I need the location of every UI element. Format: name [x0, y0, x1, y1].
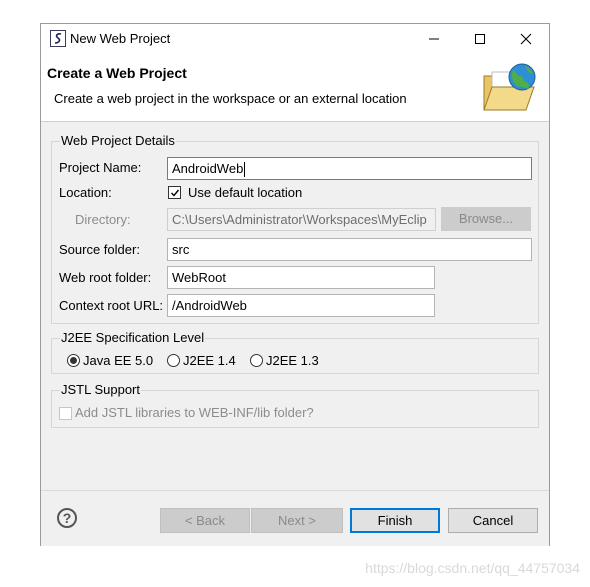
wizard-description: Create a web project in the workspace or…: [54, 91, 407, 106]
source-folder-input[interactable]: src: [167, 238, 532, 261]
web-root-folder-label: Web root folder:: [59, 270, 152, 285]
maximize-button[interactable]: [457, 24, 503, 54]
radio-j2ee-1-3[interactable]: [250, 354, 263, 367]
wizard-title: Create a Web Project: [47, 65, 187, 81]
close-button[interactable]: [503, 24, 549, 54]
minimize-icon: [429, 38, 439, 40]
context-root-url-input[interactable]: /AndroidWeb: [167, 294, 435, 317]
window-title: New Web Project: [70, 31, 171, 46]
next-button[interactable]: Next >: [251, 508, 343, 533]
location-label: Location:: [59, 185, 112, 200]
checkmark-icon: [171, 189, 180, 197]
close-icon: [520, 33, 532, 45]
add-jstl-checkbox[interactable]: [59, 407, 72, 420]
directory-label: Directory:: [75, 212, 131, 227]
radio-j2ee-1-4[interactable]: [167, 354, 180, 367]
add-jstl-label: Add JSTL libraries to WEB-INF/lib folder…: [75, 405, 314, 420]
myeclipse-icon: [50, 30, 66, 47]
new-web-project-dialog: New Web Project Create a Web Project Cre…: [40, 23, 550, 546]
web-root-folder-input[interactable]: WebRoot: [167, 266, 435, 289]
cancel-button[interactable]: Cancel: [448, 508, 538, 533]
title-bar[interactable]: New Web Project: [41, 24, 549, 54]
source-folder-label: Source folder:: [59, 242, 140, 257]
finish-button[interactable]: Finish: [350, 508, 440, 533]
browse-button[interactable]: Browse...: [441, 207, 531, 231]
use-default-location-checkbox[interactable]: [168, 186, 181, 199]
group-title: J2EE Specification Level: [60, 330, 206, 346]
directory-input[interactable]: C:\Users\Administrator\Workspaces\MyEcli…: [167, 208, 436, 231]
project-name-value: AndroidWeb: [172, 161, 244, 176]
text-caret: [244, 162, 246, 178]
group-title: Web Project Details: [60, 133, 176, 149]
radio-java-ee-5[interactable]: [67, 354, 80, 367]
watermark: https://blog.csdn.net/qq_44757034: [365, 560, 580, 576]
radio-java-ee-5-label[interactable]: Java EE 5.0: [83, 353, 153, 369]
maximize-icon: [475, 34, 485, 44]
radio-j2ee-1-4-label[interactable]: J2EE 1.4: [183, 353, 236, 369]
radio-j2ee-1-3-label[interactable]: J2EE 1.3: [266, 353, 319, 369]
help-icon[interactable]: ?: [57, 508, 77, 528]
use-default-location-label[interactable]: Use default location: [188, 185, 302, 201]
folder-globe-icon: [483, 63, 536, 111]
wizard-header: Create a Web Project Create a web projec…: [41, 54, 549, 122]
wizard-footer: ? < Back Next > Finish Cancel: [41, 490, 549, 546]
radio-selected-dot: [70, 357, 77, 364]
minimize-button[interactable]: [411, 24, 457, 54]
context-root-url-label: Context root URL:: [59, 298, 164, 313]
back-button[interactable]: < Back: [160, 508, 250, 533]
group-title: JSTL Support: [60, 382, 142, 398]
project-name-input[interactable]: AndroidWeb: [167, 157, 532, 180]
project-name-label: Project Name:: [59, 160, 142, 175]
